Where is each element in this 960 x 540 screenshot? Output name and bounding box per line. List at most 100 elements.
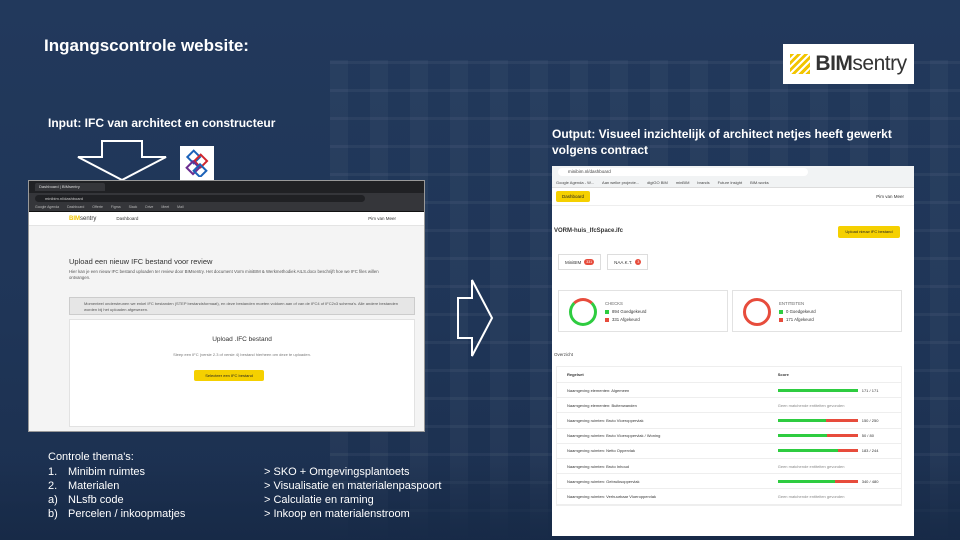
user-menu[interactable]: Pim van Meer: [876, 194, 904, 199]
project-title: VORM-huis_IfcSpace.ifc: [554, 228, 624, 234]
rule-score: 50 / 80: [777, 433, 901, 438]
score-bar-fill: [777, 479, 835, 483]
list-item: > Calculatie en raming: [264, 494, 374, 506]
url-field[interactable]: minibim.nl/dashboard: [558, 168, 808, 176]
bookmark[interactable]: digiGO BIM: [647, 180, 668, 185]
app-header: Dashboard Pim van Meer: [552, 188, 914, 206]
bookmark[interactable]: Mail: [177, 205, 183, 209]
bookmark[interactable]: Aan welke projecte...: [602, 180, 639, 185]
rule-score: Geen matchende entiteiten gevonden: [778, 464, 901, 469]
down-arrow-icon: [77, 140, 167, 182]
score-text: 150 / 250: [861, 417, 879, 423]
score-text: 340 / 480: [861, 478, 879, 484]
entities-approved: 0 Goedgekeurd: [779, 309, 816, 314]
upload-description: Hier kan je een nieuw IFC bestand upload…: [69, 269, 379, 280]
table-row[interactable]: Naamgeving ruimten: Bruto Inhoud Geen mat…: [557, 459, 901, 475]
checks-title: CHECKS: [605, 301, 623, 306]
right-arrow-icon: [457, 279, 494, 357]
entities-card: ENTITEITEN 0 Goedgekeurd 171 Afgekeurd: [732, 290, 902, 332]
score-text: 171 / 171: [861, 387, 879, 393]
bookmark[interactable]: Slack: [129, 205, 138, 209]
browser-tab[interactable]: Dashboard | BIMsentry: [35, 183, 105, 191]
tab-badge: 331: [584, 259, 595, 265]
score-bar-fill: [777, 388, 858, 392]
input-label: Input: IFC van architect en constructeur: [48, 116, 276, 130]
rule-name: Naamgeving elementen: Buitenwanden: [567, 402, 637, 408]
bookmark[interactable]: Dashboard: [67, 205, 84, 209]
upload-title: Upload een nieuw IFC bestand voor review: [69, 257, 213, 266]
bookmark[interactable]: Meet: [161, 205, 169, 209]
list-item: > Visualisatie en materialenpaspoort: [264, 480, 442, 492]
bookmark[interactable]: brands: [697, 180, 709, 185]
app-logo[interactable]: BIMsentry: [69, 216, 96, 222]
ruleset-tabs: MiniBIM 331 NAA.K.T. 3: [558, 254, 649, 270]
entities-title: ENTITEITEN: [779, 301, 805, 306]
bookmark[interactable]: Future Insight: [718, 180, 742, 185]
rule-name: Naamgeving elementen: Algemeen: [567, 387, 630, 393]
score-bar: [777, 388, 858, 392]
format-warning: Momenteel ondersteunen we enkel IFC best…: [69, 297, 415, 315]
bookmark[interactable]: Offerte: [92, 205, 103, 209]
tab-naakt[interactable]: NAA.K.T. 3: [607, 254, 649, 270]
checks-rejected: 331 Afgekeurd: [605, 317, 640, 322]
table-row[interactable]: Naamgeving elementen: Algemeen 171 / 171: [557, 383, 901, 399]
table-row[interactable]: Naamgeving ruimten: Gebruiksoppervlak 340…: [557, 474, 901, 490]
bookmark[interactable]: minBIM: [676, 180, 690, 185]
select-ifc-button[interactable]: Selecteer een IFC bestand: [194, 370, 264, 381]
browser-address-bar: minibim.nl/dashboard: [552, 166, 914, 178]
bookmark[interactable]: Figma: [111, 205, 121, 209]
bookmark[interactable]: Google Agenda - W...: [556, 180, 594, 185]
list-item: 2. Materialen: [48, 480, 120, 492]
score-text: Geen matchende entiteiten gevonden: [777, 493, 845, 499]
score-bar: [777, 479, 858, 483]
upload-page-screenshot: Dashboard | BIMsentry minibim.nl/dashboa…: [28, 180, 425, 432]
bookmark[interactable]: Drive: [145, 205, 153, 209]
upload-card-hint: Sleep een IFC (versie 2.3 of versie 4) b…: [173, 352, 311, 357]
score-text: Geen matchende entiteiten gevonden: [777, 463, 845, 469]
bookmark[interactable]: BIM.works: [750, 180, 769, 185]
score-bar-fill: [777, 418, 826, 422]
controle-title: Controle thema's:: [48, 451, 134, 463]
table-row[interactable]: Naamgeving ruimten: Bruto Vloeroppervlak…: [557, 413, 901, 429]
list-item: a) NLsfb code: [48, 494, 124, 506]
url-field[interactable]: minibim.nl/dashboard: [35, 194, 365, 202]
bimsentry-logo-text: BIMsentry: [815, 52, 907, 75]
browser-address-bar: minibim.nl/dashboard: [29, 193, 424, 203]
checks-ring: [569, 298, 597, 326]
slide-title: Ingangscontrole website:: [44, 36, 249, 55]
table-row[interactable]: Naamgeving ruimten: Bruto Vloeroppervlak…: [557, 429, 901, 444]
rule-name: Naamgeving ruimten: Bruto Vloeroppervlak…: [567, 433, 661, 439]
app-header: BIMsentry Dashboard Pim van Meer: [29, 212, 424, 226]
score-bar: [777, 418, 858, 422]
table-row[interactable]: Naamgeving ruimten: Netto Oppervlak 183 /…: [557, 444, 901, 459]
bookmark[interactable]: Google Agenda: [35, 205, 59, 209]
score-text: Geen matchende entiteiten gevonden: [777, 402, 845, 408]
dashboard-screenshot: minibim.nl/dashboard Google Agenda - W..…: [552, 166, 914, 536]
user-menu[interactable]: Pim van Meer: [368, 216, 396, 221]
nav-dashboard[interactable]: Dashboard: [116, 216, 138, 221]
rule-score: 183 / 244: [777, 448, 901, 453]
checks-approved: 894 Goedgekeurd: [605, 309, 646, 314]
rule-score: 340 / 480: [777, 478, 901, 484]
output-label: Output: Visueel inzichtelijk of architec…: [552, 127, 892, 157]
score-bar-fill: [777, 449, 838, 453]
tab-minibim[interactable]: MiniBIM 331: [558, 254, 602, 270]
bimsentry-logo-mark-icon: [790, 54, 811, 74]
browser-tabbar: Dashboard | BIMsentry: [29, 181, 424, 193]
table-row[interactable]: Naamgeving elementen: Buitenwanden Geen m…: [557, 398, 901, 414]
upload-card-title: Upload .IFC bestand: [212, 336, 272, 343]
bookmarks-bar: Google Agenda - W... Aan welke projecte.…: [552, 178, 914, 188]
dashboard-button[interactable]: Dashboard: [556, 191, 591, 202]
table-row[interactable]: Naamgeving ruimten: Verhuurbaar Vloeropp…: [557, 489, 901, 505]
entities-ring: [743, 298, 771, 326]
rule-name: Naamgeving ruimten: Gebruiksoppervlak: [567, 478, 640, 484]
list-item: 1. Minibim ruimtes: [48, 466, 146, 478]
ruleset-table: Regelset Score Naamgeving elementen: Alg…: [556, 366, 902, 506]
score-bar: [777, 449, 858, 453]
list-item: > Inkoop en materialenstroom: [264, 508, 410, 520]
tab-badge: 3: [635, 259, 642, 265]
rule-score: Geen matchende entiteiten gevonden: [778, 403, 901, 408]
upload-dropzone[interactable]: Upload .IFC bestand Sleep een IFC (versi…: [69, 319, 415, 427]
upload-new-ifc-button[interactable]: Upload nieuw IFC bestand: [838, 226, 900, 238]
checks-card: CHECKS 894 Goedgekeurd 331 Afgekeurd: [558, 290, 728, 332]
